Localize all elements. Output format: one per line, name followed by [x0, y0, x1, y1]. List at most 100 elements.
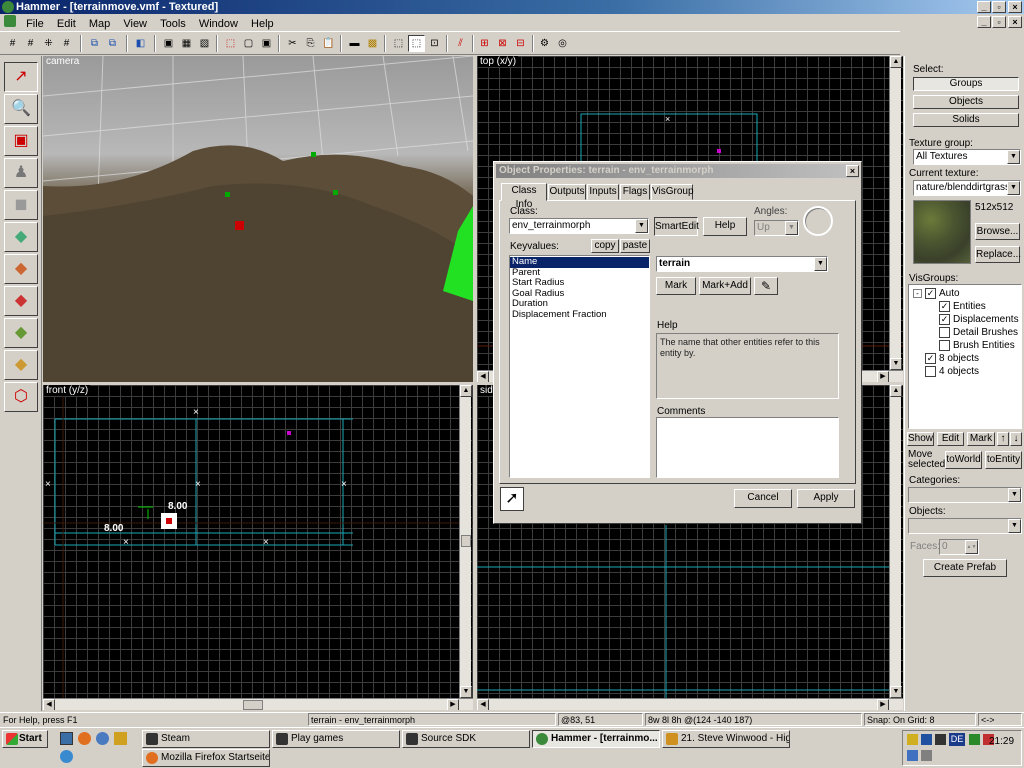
doc-restore-button[interactable]: ▫ — [992, 16, 1006, 28]
menu-edit[interactable]: Edit — [52, 16, 81, 32]
vertex-tool-icon[interactable]: ⬡ — [4, 382, 38, 412]
menu-tools[interactable]: Tools — [155, 16, 191, 32]
smartedit-button[interactable]: SmartEdit — [654, 217, 699, 236]
ungroup-icon[interactable]: ▦ — [178, 35, 195, 52]
tab-flags[interactable]: Flags — [620, 184, 650, 200]
hide-icon[interactable]: ▧ — [196, 35, 213, 52]
task-source-sdk[interactable]: Source SDK — [402, 730, 530, 748]
faces-spinner[interactable]: 0 ▲▼ — [939, 539, 979, 555]
decal-tool-icon[interactable]: ◆ — [4, 286, 38, 316]
tab-outputs[interactable]: Outputs — [548, 184, 586, 200]
tray-app-icon[interactable] — [935, 734, 946, 745]
cancel-button[interactable]: Cancel — [734, 489, 792, 508]
visgroup-down-button[interactable]: ↓ — [1010, 432, 1022, 446]
visgroup-4-objects[interactable]: 4 objects — [925, 366, 979, 378]
visgroup-show-button[interactable]: Show — [907, 432, 934, 446]
to-entity-button[interactable]: toEntity — [985, 451, 1022, 469]
selection-tool-icon[interactable]: ↗ — [4, 62, 38, 92]
visgroup-detail-brushes[interactable]: Detail Brushes — [939, 327, 1018, 339]
menu-help[interactable]: Help — [246, 16, 279, 32]
camera-viewport[interactable]: camera — [43, 56, 473, 382]
entity-report-icon[interactable]: ⫽ — [452, 35, 469, 52]
grid-icon[interactable]: # — [4, 35, 21, 52]
visgroup-edit-button[interactable]: Edit — [937, 432, 964, 446]
angles-dial[interactable] — [803, 206, 833, 236]
tool-quicklaunch-icon[interactable] — [114, 732, 127, 745]
menu-map[interactable]: Map — [84, 16, 115, 32]
toggle-cordon-icon[interactable]: ▢ — [240, 35, 257, 52]
visgroup-displacements[interactable]: ✓ Displacements — [939, 314, 1019, 326]
keyvalue-displacement-fraction[interactable]: Displacement Fraction — [510, 309, 649, 321]
cordon-icon[interactable]: ⬚ — [222, 35, 239, 52]
paste-button[interactable]: paste — [620, 239, 650, 253]
tray-app5-icon[interactable] — [921, 750, 932, 761]
keyvalue-start-radius[interactable]: Start Radius — [510, 277, 649, 289]
create-prefab-button[interactable]: Create Prefab — [923, 559, 1007, 577]
visgroup-entities[interactable]: ✓ Entities — [939, 301, 986, 313]
apply-texture-icon[interactable]: ◆ — [4, 254, 38, 284]
vertex-icon[interactable]: ⊡ — [426, 35, 443, 52]
tab-inputs[interactable]: Inputs — [587, 184, 619, 200]
block-tool-icon[interactable]: ◼ — [4, 190, 38, 220]
visgroup-up-button[interactable]: ↑ — [997, 432, 1009, 446]
eyedropper-icon[interactable]: ✎ — [754, 277, 778, 295]
objects-select[interactable]: ▼ — [908, 518, 1022, 534]
maximize-button[interactable]: ▫ — [992, 1, 1006, 13]
camera-tool-icon[interactable]: ▣ — [4, 126, 38, 156]
show-info-icon[interactable]: ⊟ — [512, 35, 529, 52]
pick-tool-icon[interactable]: ➚ — [500, 487, 524, 511]
visgroup-8-objects[interactable]: ✓ 8 objects — [925, 353, 979, 365]
selection-icon[interactable]: ⬚ — [390, 35, 407, 52]
minimize-button[interactable]: _ — [977, 1, 991, 13]
texture-group-select[interactable]: All Textures ▼ — [913, 149, 1021, 165]
clipping-tool-icon[interactable]: ◆ — [4, 350, 38, 380]
task-winamp[interactable]: 21. Steve Winwood - Hig... — [662, 730, 790, 748]
select-objects-button[interactable]: Objects — [913, 95, 1019, 109]
smoothing-icon[interactable]: ▬ — [346, 35, 363, 52]
carve-icon[interactable]: ◧ — [132, 35, 149, 52]
redo-view-icon[interactable]: ⧉ — [104, 35, 121, 52]
replace-button[interactable]: Replace... — [975, 246, 1021, 263]
close-button[interactable]: × — [1008, 1, 1022, 13]
task-play-games[interactable]: Play games — [272, 730, 400, 748]
browse-button[interactable]: Browse... — [975, 223, 1020, 240]
doc-close-button[interactable]: × — [1008, 16, 1022, 28]
paste-icon[interactable]: 📋 — [320, 35, 337, 52]
settings-icon[interactable]: ⚙ — [536, 35, 553, 52]
task-firefox[interactable]: Mozilla Firefox Startseite ... — [142, 749, 270, 767]
grid-3d-icon[interactable]: # — [22, 35, 39, 52]
categories-select[interactable]: ▼ — [908, 487, 1022, 503]
value-input[interactable]: terrain ▼ — [656, 256, 828, 272]
start-button[interactable]: Start — [2, 730, 48, 748]
run-map-icon[interactable]: ⊞ — [476, 35, 493, 52]
tray-app4-icon[interactable] — [907, 750, 918, 761]
grid-size-icon[interactable]: # — [58, 35, 75, 52]
visgroup-auto[interactable]: - ✓ Auto — [913, 288, 960, 300]
menu-file[interactable]: File — [21, 16, 49, 32]
network-icon[interactable] — [921, 734, 932, 745]
visgroup-mark-button[interactable]: Mark — [967, 432, 995, 446]
show-desktop-icon[interactable] — [60, 732, 73, 745]
visgroup-brush-entities[interactable]: Brush Entities — [939, 340, 1015, 352]
tab-class-info[interactable]: Class Info — [501, 183, 547, 210]
texture-apply-icon[interactable]: ▩ — [364, 35, 381, 52]
apply-button[interactable]: Apply — [797, 489, 855, 508]
class-select[interactable]: env_terrainmorph ▼ — [509, 218, 649, 234]
visgroups-tree[interactable]: - ✓ Auto ✓ Entities ✓ Displacements Detail B… — [908, 284, 1022, 429]
mark-add-button[interactable]: Mark+Add — [699, 277, 751, 295]
angles-select[interactable]: Up ▼ — [754, 220, 799, 236]
doc-minimize-button[interactable]: _ — [977, 16, 991, 28]
keyvalue-name[interactable]: Name — [510, 256, 649, 268]
media-quicklaunch-icon[interactable] — [96, 732, 109, 745]
mark-button[interactable]: Mark — [656, 277, 696, 295]
copy-icon[interactable]: ⎘ — [302, 35, 319, 52]
group-icon[interactable]: ▣ — [160, 35, 177, 52]
magnify-tool-icon[interactable]: 🔍 — [4, 94, 38, 124]
target-icon[interactable]: ◎ — [554, 35, 571, 52]
overlay-tool-icon[interactable]: ◆ — [4, 318, 38, 348]
keyvalues-list[interactable]: Name Parent Start Radius Goal Radius Dur… — [509, 255, 650, 478]
undo-view-icon[interactable]: ⧉ — [86, 35, 103, 52]
keyvalue-duration[interactable]: Duration — [510, 298, 649, 310]
current-texture-select[interactable]: nature/blenddirtgrass00 ▼ — [913, 180, 1021, 196]
select-solids-button[interactable]: Solids — [913, 113, 1019, 127]
